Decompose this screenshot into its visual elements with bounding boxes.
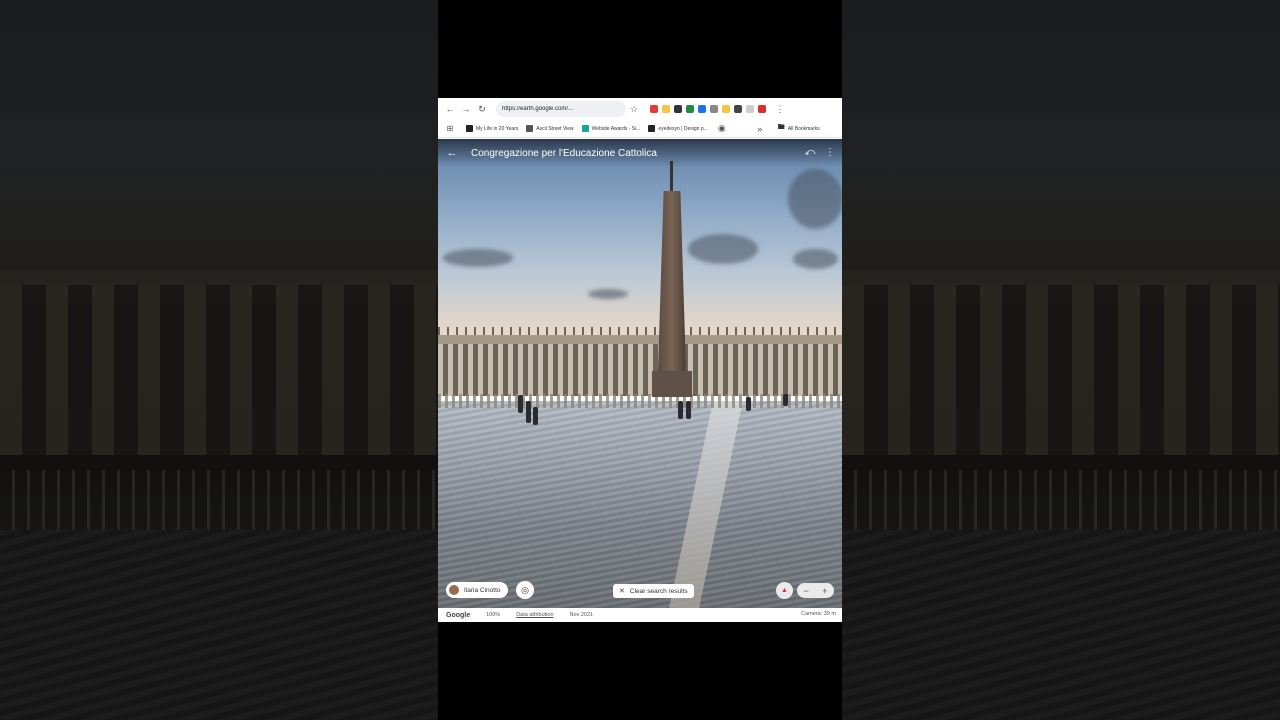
more-bookmarks-icon[interactable]: » — [752, 121, 768, 137]
extension-icon[interactable] — [734, 105, 742, 113]
person — [526, 401, 531, 423]
person — [783, 394, 788, 406]
extension-icon[interactable] — [686, 105, 694, 113]
bookmark-item[interactable]: Website Awards - Si... — [581, 125, 641, 132]
share-icon[interactable]: ⤺ — [804, 145, 816, 159]
folder-icon: 🖿 — [777, 124, 785, 131]
bookmark-item[interactable]: eyedesyn | Design p... — [648, 125, 708, 132]
browser-toolbar: ← → ↻ https://earth.google.com/... ☆ ⋮ — [438, 98, 842, 120]
data-attribution-link[interactable]: Data attribution — [516, 612, 553, 618]
extension-icon[interactable] — [710, 105, 718, 113]
bookmark-label: My Life in 20 Years — [476, 125, 519, 132]
arrow-left-icon[interactable]: ← — [445, 146, 459, 160]
backdrop-left — [0, 0, 438, 720]
close-icon: ✕ — [619, 588, 625, 595]
extension-icons — [650, 105, 766, 113]
author-chip[interactable]: Ilaria Cinotto — [446, 582, 508, 598]
extension-icon[interactable] — [650, 105, 658, 113]
backdrop-right — [842, 0, 1280, 720]
cloud — [688, 234, 758, 264]
apps-grid-icon[interactable]: ⊞ — [442, 121, 458, 137]
bookmark-item[interactable]: My Life in 20 Years — [466, 125, 518, 132]
zoom-level: 100% — [486, 612, 501, 618]
cloud — [443, 249, 513, 267]
author-name: Ilaria Cinotto — [464, 586, 501, 594]
compass-icon[interactable]: ▲ — [776, 582, 793, 599]
person — [518, 395, 523, 413]
place-title: Congregazione per l'Educazione Cattolica — [471, 147, 657, 159]
bookmark-favicon — [648, 125, 656, 132]
all-bookmarks-label: All Bookmarks — [787, 125, 820, 132]
zoom-controls: − + — [797, 583, 834, 598]
extension-icon[interactable] — [758, 105, 766, 113]
lens-icon[interactable]: ◎ — [516, 581, 534, 599]
person — [533, 407, 538, 425]
more-vert-icon[interactable]: ⋮ — [824, 145, 836, 159]
forward-nav-icon[interactable]: → — [458, 101, 474, 117]
bookmarks-bar: ⊞ My Life in 20 Years Ascii Street View … — [438, 120, 842, 138]
extension-icon[interactable] — [674, 105, 682, 113]
cloud — [588, 289, 628, 299]
zoom-in-button[interactable]: + — [822, 586, 827, 596]
person — [678, 401, 683, 419]
status-bar: Google 100% Data attribution Nov 2021 Ca… — [438, 608, 842, 622]
person — [686, 401, 691, 419]
avatar — [449, 585, 459, 595]
globe-icon[interactable]: ◉ — [714, 121, 730, 137]
bookmark-label: eyedesyn | Design p... — [658, 125, 708, 132]
bookmark-favicon — [466, 125, 473, 132]
google-logo: Google — [446, 611, 471, 619]
colonnade — [438, 344, 842, 396]
zoom-out-button[interactable]: − — [804, 586, 809, 596]
reload-icon[interactable]: ↻ — [474, 101, 490, 117]
street-view-viewer[interactable]: ← Congregazione per l'Educazione Cattoli… — [438, 139, 842, 608]
clear-search-label: Clear search results — [629, 587, 688, 595]
video-frame: ← → ↻ https://earth.google.com/... ☆ ⋮ ⊞… — [0, 0, 1280, 720]
bookmark-label: Ascii Street View — [536, 125, 574, 132]
cobblestone-ground — [438, 401, 842, 608]
cloud — [793, 249, 838, 269]
back-nav-icon[interactable]: ← — [442, 101, 458, 117]
bookmark-favicon — [581, 125, 589, 132]
all-bookmarks-button[interactable]: 🖿 All Bookmarks — [778, 123, 820, 134]
imagery-date: Nov 2021 — [569, 612, 594, 618]
phone-screen: ← → ↻ https://earth.google.com/... ☆ ⋮ ⊞… — [438, 0, 842, 720]
menu-icon[interactable]: ⋮ — [772, 101, 788, 117]
extension-icon[interactable] — [698, 105, 706, 113]
address-url: https://earth.google.com/... — [502, 106, 574, 112]
cloud — [788, 169, 842, 229]
star-icon[interactable]: ☆ — [626, 101, 642, 117]
person — [746, 397, 751, 411]
clear-search-button[interactable]: ✕ Clear search results — [613, 584, 694, 598]
bookmark-item[interactable]: Ascii Street View — [526, 125, 574, 132]
extension-icon[interactable] — [662, 105, 670, 113]
camera-altitude: Camera: 39 m — [801, 611, 836, 617]
browser-window: ← → ↻ https://earth.google.com/... ☆ ⋮ ⊞… — [438, 98, 842, 622]
extension-icon[interactable] — [722, 105, 730, 113]
bookmark-favicon — [526, 125, 534, 132]
bookmark-label: Website Awards - Si... — [591, 125, 641, 132]
extension-icon[interactable] — [746, 105, 754, 113]
barrier — [438, 394, 842, 408]
address-bar[interactable]: https://earth.google.com/... — [496, 101, 626, 117]
viewer-header: ← Congregazione per l'Educazione Cattoli… — [438, 139, 842, 167]
